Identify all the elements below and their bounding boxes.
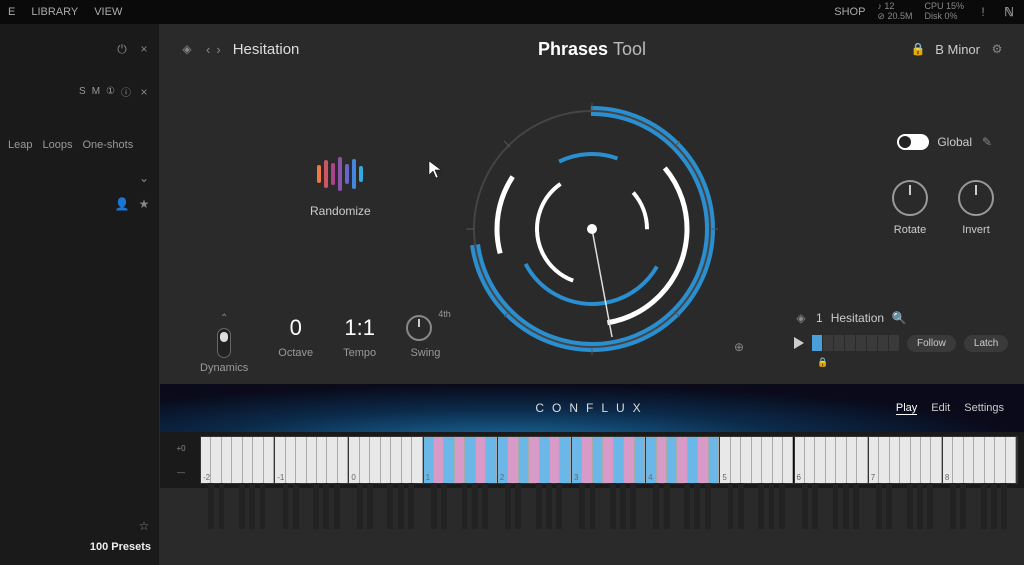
- gear-icon[interactable]: ⚙: [990, 42, 1004, 56]
- step-sequencer[interactable]: [812, 335, 899, 351]
- shop-link[interactable]: SHOP: [834, 6, 865, 18]
- solo-button[interactable]: S: [79, 86, 86, 97]
- phrase-dial[interactable]: [462, 99, 722, 359]
- phrase-slot: ◈ 1 Hesitation 🔍 Follow Latch 🔒: [794, 311, 1004, 370]
- randomize-block[interactable]: Randomize: [310, 154, 371, 218]
- prev-preset-icon[interactable]: ‹: [206, 42, 210, 57]
- info-icon[interactable]: ⓘ: [121, 84, 131, 99]
- octave-control[interactable]: 0 Octave: [278, 313, 313, 374]
- randomize-label: Randomize: [310, 204, 371, 218]
- play-button[interactable]: [794, 337, 804, 349]
- power-icon[interactable]: ⏻: [115, 42, 129, 56]
- close-icon[interactable]: ×: [137, 85, 151, 99]
- status-stats: ♪ 12 ⊘ 20.5M: [877, 2, 912, 22]
- follow-button[interactable]: Follow: [907, 335, 956, 352]
- star-icon[interactable]: ★: [137, 197, 151, 211]
- lock-icon[interactable]: 🔒: [816, 355, 830, 369]
- warning-icon[interactable]: !: [976, 5, 990, 19]
- right-controls: Global ✎ Rotate Invert: [892, 134, 994, 236]
- randomize-icon: [310, 154, 370, 194]
- search-icon[interactable]: 🔍: [892, 311, 906, 325]
- close-icon[interactable]: ×: [137, 42, 151, 56]
- edit-icon[interactable]: ✎: [980, 135, 994, 149]
- tab-settings[interactable]: Settings: [964, 402, 1004, 415]
- menu-e[interactable]: E: [8, 6, 15, 18]
- center-stage: Randomize: [160, 74, 1024, 384]
- menu-library[interactable]: LIBRARY: [31, 6, 78, 18]
- conflux-brand: CONFLUX: [535, 401, 648, 415]
- top-menu-bar: E LIBRARY VIEW SHOP ♪ 12 ⊘ 20.5M CPU 15%…: [0, 0, 1024, 24]
- conflux-banner: CONFLUX Play Edit Settings: [160, 384, 1024, 432]
- keyboard: +0 — -2-1012345678: [160, 432, 1024, 488]
- params-row: ⌃ Dynamics 0 Octave 1:1 Tempo 4th Swing: [200, 313, 445, 374]
- main-panel: ◈ ‹ › Hesitation Phrases Tool 🔒 B Minor …: [160, 24, 1024, 565]
- instrument-header: ◈ ‹ › Hesitation Phrases Tool 🔒 B Minor …: [160, 24, 1024, 74]
- mute-button[interactable]: M: [92, 86, 100, 97]
- slot-name[interactable]: Hesitation: [831, 311, 884, 325]
- tab-edit[interactable]: Edit: [931, 402, 950, 415]
- status-stats-2: CPU 15% Disk 0%: [924, 2, 964, 22]
- tab-leap[interactable]: Leap: [8, 139, 32, 151]
- ni-logo-icon[interactable]: ℕ: [1002, 5, 1016, 19]
- tab-oneshots[interactable]: One-shots: [82, 139, 133, 151]
- dice-icon[interactable]: ◈: [794, 311, 808, 325]
- keyboard-pitch-controls[interactable]: +0 —: [166, 436, 196, 484]
- global-toggle[interactable]: [897, 134, 929, 150]
- chevron-down-icon[interactable]: ⌄: [137, 171, 151, 185]
- tab-loops[interactable]: Loops: [42, 139, 72, 151]
- swing-control[interactable]: 4th Swing: [406, 313, 445, 374]
- left-sidebar: ⏻ × S M ① ⓘ × Leap Loops One-shots ⌄ 👤 ★…: [0, 24, 160, 565]
- piano-keys[interactable]: -2-1012345678: [200, 436, 1018, 484]
- cube-icon[interactable]: ◈: [180, 42, 194, 56]
- global-label: Global: [937, 135, 972, 149]
- tool-title: Phrases Tool: [538, 39, 646, 60]
- menu-view[interactable]: VIEW: [94, 6, 122, 18]
- target-icon[interactable]: ⊕: [732, 340, 746, 354]
- slot-index: 1: [816, 311, 823, 325]
- latch-button[interactable]: Latch: [964, 335, 1008, 352]
- dynamics-control[interactable]: ⌃ Dynamics: [200, 313, 248, 374]
- preset-count: 100 Presets: [8, 541, 151, 553]
- user-icon[interactable]: 👤: [115, 197, 129, 211]
- next-preset-icon[interactable]: ›: [216, 42, 220, 57]
- key-select[interactable]: B Minor: [935, 42, 980, 57]
- star-outline-icon[interactable]: ☆: [137, 519, 151, 533]
- preset-name[interactable]: Hesitation: [233, 41, 300, 58]
- invert-knob[interactable]: Invert: [958, 180, 994, 236]
- rotate-knob[interactable]: Rotate: [892, 180, 928, 236]
- lock-icon[interactable]: 🔒: [911, 42, 925, 56]
- tab-play[interactable]: Play: [896, 402, 917, 415]
- snap-1-button[interactable]: ①: [106, 86, 115, 97]
- tempo-control[interactable]: 1:1 Tempo: [343, 313, 376, 374]
